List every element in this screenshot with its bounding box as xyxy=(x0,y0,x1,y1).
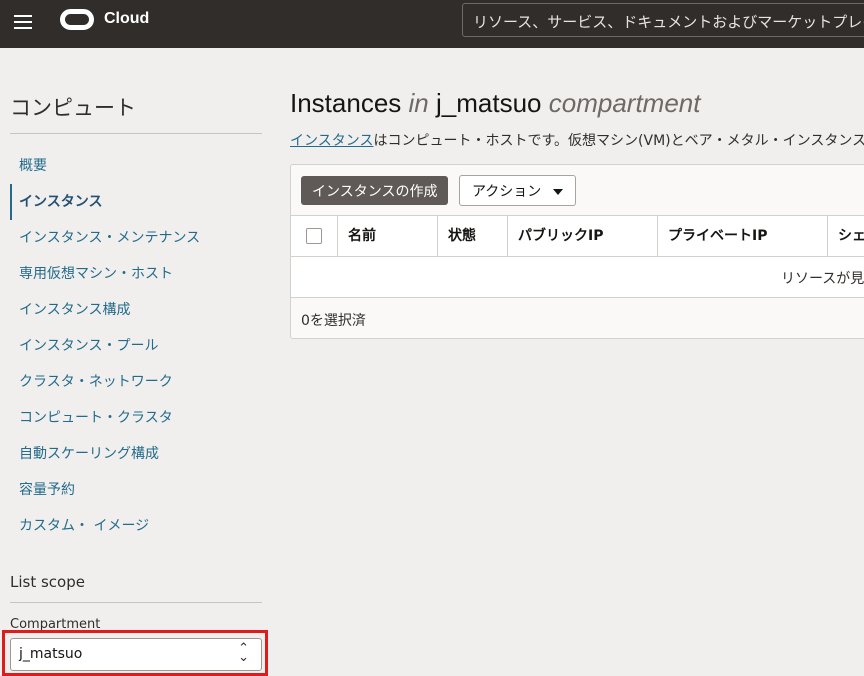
sidebar-nav: 概要 インスタンス インスタンス・メンテナンス 専用仮想マシン・ホスト インスタ… xyxy=(10,148,262,544)
search-input[interactable]: リソース、サービス、ドキュメントおよびマーケットプレイス xyxy=(462,3,864,37)
sidebar-item-overview[interactable]: 概要 xyxy=(10,148,262,184)
column-header-shape[interactable]: シェ xyxy=(827,216,864,256)
sidebar-item-cluster-networks[interactable]: クラスタ・ネットワーク xyxy=(10,364,262,400)
selected-count: 0を選択済 xyxy=(301,313,366,329)
list-scope-divider xyxy=(10,602,262,603)
page-title: Instances in j_matsuo compartment xyxy=(290,88,700,119)
sidebar-item-autoscaling-configurations[interactable]: 自動スケーリング構成 xyxy=(10,436,262,472)
brand-name[interactable]: Cloud xyxy=(104,10,149,28)
sidebar: コンピュート 概要 インスタンス インスタンス・メンテナンス 専用仮想マシン・ホ… xyxy=(0,48,275,676)
column-header-public-ip[interactable]: パブリックIP xyxy=(507,216,657,256)
create-instance-button[interactable]: インスタンスの作成 xyxy=(301,176,449,205)
table-header: 名前 状態 パブリックIP プライベートIP シェ xyxy=(291,215,864,257)
compartment-select[interactable]: j_matsuo ⌃ ⌄ xyxy=(10,638,262,671)
page-description-text: はコンピュート・ホストです。仮想マシン(VM)とベア・メタル・インスタンス xyxy=(373,133,864,149)
page-description: インスタンスはコンピュート・ホストです。仮想マシン(VM)とベア・メタル・インス… xyxy=(290,130,864,150)
sidebar-item-dedicated-vm-hosts[interactable]: 専用仮想マシン・ホスト xyxy=(10,256,262,292)
table-empty-row: リソースが見 xyxy=(291,257,864,298)
instances-table-panel: インスタンスの作成 アクション 名前 状態 パブリックIP プライベートIP シ… xyxy=(290,164,864,339)
oracle-logo-icon[interactable] xyxy=(60,9,94,30)
sidebar-title: コンピュート xyxy=(10,96,136,120)
select-all-checkbox[interactable] xyxy=(306,228,322,244)
actions-dropdown-button[interactable]: アクション xyxy=(459,175,577,206)
sidebar-item-instance-maintenance[interactable]: インスタンス・メンテナンス xyxy=(10,220,262,256)
sidebar-item-instances[interactable]: インスタンス xyxy=(10,184,262,220)
sidebar-item-compute-clusters[interactable]: コンピュート・クラスタ xyxy=(10,400,262,436)
actions-dropdown-label: アクション xyxy=(472,184,542,200)
instances-help-link[interactable]: インスタンス xyxy=(290,133,373,149)
sidebar-item-custom-images[interactable]: カスタム・ イメージ xyxy=(10,508,262,544)
sidebar-divider xyxy=(10,133,262,134)
list-scope-heading: List scope xyxy=(10,573,85,591)
column-header-name[interactable]: 名前 xyxy=(337,216,437,256)
sidebar-item-capacity-reservations[interactable]: 容量予約 xyxy=(10,472,262,508)
hamburger-menu-icon[interactable] xyxy=(14,12,34,32)
column-header-state[interactable]: 状態 xyxy=(437,216,507,256)
caret-down-icon xyxy=(553,189,564,195)
empty-state-text: リソースが見 xyxy=(781,271,864,287)
page-title-in: in xyxy=(408,88,429,118)
up-down-chevron-icon: ⌃ ⌄ xyxy=(238,641,249,665)
page-title-suffix: compartment xyxy=(548,88,701,118)
sidebar-item-instance-configurations[interactable]: インスタンス構成 xyxy=(10,292,262,328)
sidebar-item-instance-pools[interactable]: インスタンス・プール xyxy=(10,328,262,364)
column-header-private-ip[interactable]: プライベートIP xyxy=(657,216,827,256)
compartment-select-value: j_matsuo xyxy=(19,646,83,662)
page-title-word: Instances xyxy=(290,88,402,118)
page-title-compartment: j_matsuo xyxy=(436,88,542,118)
top-navigation-bar: Cloud リソース、サービス、ドキュメントおよびマーケットプレイス xyxy=(0,0,864,48)
